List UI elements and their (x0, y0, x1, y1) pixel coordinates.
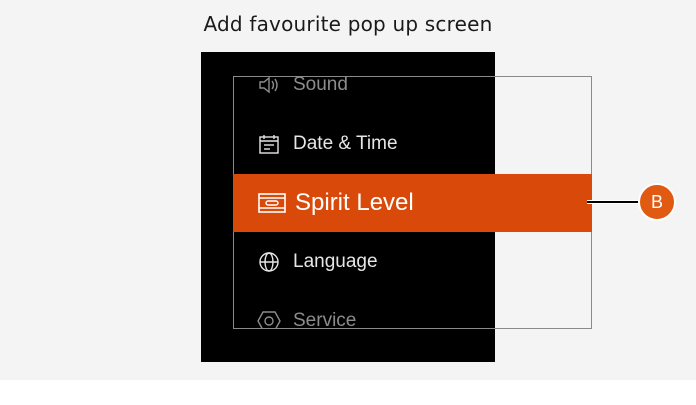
menu-item-service[interactable]: Service (233, 292, 592, 329)
calendar-icon (257, 132, 281, 156)
callout-connector (587, 200, 639, 204)
spirit-level-icon (257, 189, 287, 217)
menu-item-sound[interactable]: Sound (233, 76, 592, 114)
menu-item-spirit-level[interactable]: Spirit Level (233, 174, 592, 232)
globe-icon (257, 250, 281, 274)
hexagon-icon (257, 309, 281, 329)
menu-item-label: Sound (293, 76, 348, 95)
device-screen: Sound Date & Time Spirit Level Language … (201, 52, 592, 362)
menu-item-label: Spirit Level (295, 189, 414, 216)
bottom-band (0, 380, 696, 405)
menu-item-label: Language (293, 251, 378, 272)
menu-item-label: Service (293, 310, 357, 329)
menu-item-language[interactable]: Language (233, 233, 592, 291)
menu-list: Sound Date & Time Spirit Level Language … (233, 76, 592, 329)
page-title: Add favourite pop up screen (203, 12, 493, 36)
callout-badge: B (638, 183, 676, 221)
menu-item-date-time[interactable]: Date & Time (233, 115, 592, 173)
speaker-icon (257, 76, 281, 97)
menu-item-label: Date & Time (293, 133, 398, 154)
